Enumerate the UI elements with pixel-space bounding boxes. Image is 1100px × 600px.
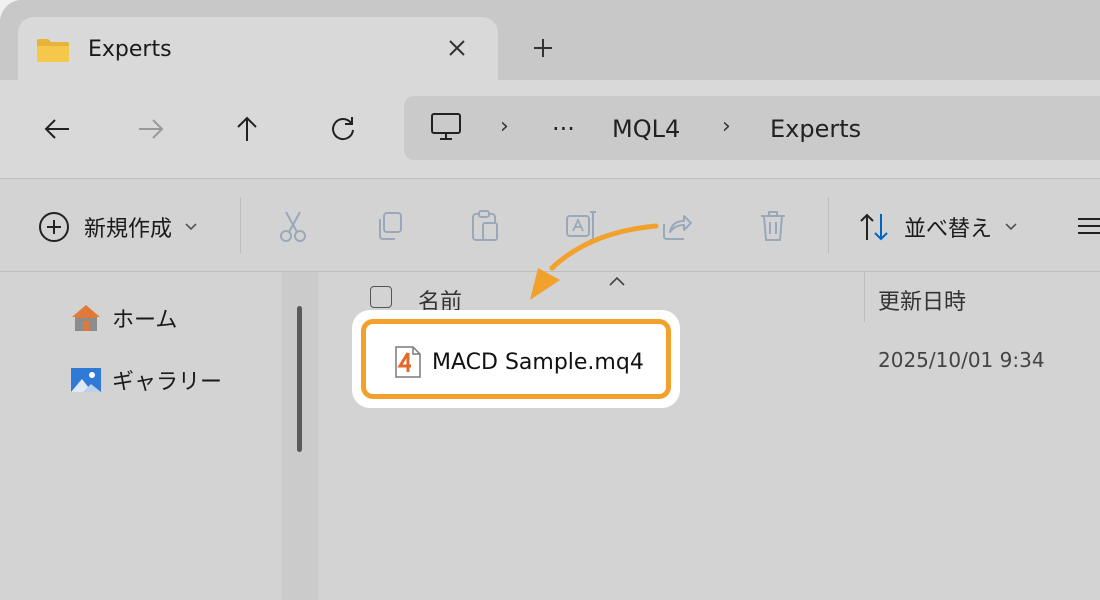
refresh-button[interactable] xyxy=(326,112,360,146)
up-button[interactable] xyxy=(230,112,264,146)
tab-experts[interactable]: Experts xyxy=(18,17,498,81)
chevron-down-icon xyxy=(185,223,197,231)
tab-title: Experts xyxy=(88,37,172,62)
close-icon xyxy=(449,40,465,56)
forward-button[interactable] xyxy=(134,112,168,146)
rename-icon xyxy=(566,211,596,241)
breadcrumb-separator[interactable]: › xyxy=(722,114,731,139)
mq4-file-icon xyxy=(395,346,421,378)
arrow-up-icon xyxy=(237,116,257,141)
arrow-right-icon xyxy=(139,119,164,139)
sort-ascending-icon xyxy=(608,272,626,291)
column-header-modified[interactable]: 更新日時 xyxy=(878,284,966,316)
share-button[interactable] xyxy=(660,209,694,243)
share-icon xyxy=(663,215,692,240)
list-item[interactable]: MACD Sample.mq4 xyxy=(394,346,644,378)
navigation-pane: ホーム ギャラリー xyxy=(0,272,282,600)
toolbar-divider xyxy=(828,197,829,253)
breadcrumb-experts[interactable]: Experts xyxy=(770,115,861,143)
tab-strip: Experts xyxy=(0,0,1100,81)
breadcrumb-mql4[interactable]: MQL4 xyxy=(612,115,680,143)
gallery-icon xyxy=(71,368,101,392)
folder-icon xyxy=(36,37,70,67)
new-button-label: 新規作成 xyxy=(84,217,173,242)
close-tab-button[interactable] xyxy=(442,33,472,63)
new-tab-button[interactable] xyxy=(528,33,558,63)
file-name: MACD Sample.mq4 xyxy=(432,349,644,375)
clipboard-icon xyxy=(472,210,498,241)
plus-icon xyxy=(534,39,552,57)
rename-button[interactable] xyxy=(564,209,598,243)
sidebar-item-label: ギャラリー xyxy=(112,370,223,395)
sidebar-scrollbar[interactable] xyxy=(282,272,319,600)
trash-icon xyxy=(761,211,785,241)
copy-button[interactable] xyxy=(372,209,406,243)
scrollbar-thumb[interactable] xyxy=(297,306,302,452)
scissors-icon xyxy=(280,211,306,242)
copy-icon xyxy=(379,212,402,240)
delete-button[interactable] xyxy=(756,209,790,243)
column-divider[interactable] xyxy=(864,272,865,322)
sidebar-item-home[interactable]: ホーム xyxy=(70,302,177,334)
refresh-icon xyxy=(332,117,354,141)
new-button[interactable]: 新規作成 xyxy=(38,211,198,243)
breadcrumb-separator[interactable]: › xyxy=(500,114,509,139)
file-row-highlight: MACD Sample.mq4 xyxy=(361,319,671,399)
sort-button-label: 並べ替え xyxy=(904,217,993,242)
this-pc-icon[interactable] xyxy=(430,112,462,146)
toolbar-divider xyxy=(240,197,241,253)
file-explorer-window: Experts › ··· MQL4 › Experts 新規作成 並べ替え ホ… xyxy=(0,0,1100,600)
plus-circle-icon xyxy=(39,212,69,242)
list-view-icon xyxy=(1078,218,1100,234)
view-button[interactable] xyxy=(1076,215,1100,241)
paste-button[interactable] xyxy=(468,209,502,243)
sort-icon xyxy=(860,213,888,241)
navigation-bar: › ··· MQL4 › Experts xyxy=(0,80,1100,178)
file-modified-date: 2025/10/01 9:34 xyxy=(878,348,1045,372)
breadcrumb-ellipsis[interactable]: ··· xyxy=(552,115,575,143)
sort-button[interactable]: 並べ替え xyxy=(858,211,1018,243)
arrow-left-icon xyxy=(44,119,69,139)
highlight-callout: MACD Sample.mq4 xyxy=(352,310,680,408)
sidebar-item-gallery[interactable]: ギャラリー xyxy=(70,364,222,396)
address-bar[interactable]: › ··· MQL4 › Experts xyxy=(404,96,1100,160)
command-bar: 新規作成 並べ替え xyxy=(0,178,1100,272)
chevron-down-icon xyxy=(1005,223,1017,231)
sidebar-item-label: ホーム xyxy=(112,308,178,333)
back-button[interactable] xyxy=(40,112,74,146)
cut-button[interactable] xyxy=(276,209,310,243)
select-all-checkbox[interactable] xyxy=(370,286,392,308)
home-icon xyxy=(72,305,100,331)
